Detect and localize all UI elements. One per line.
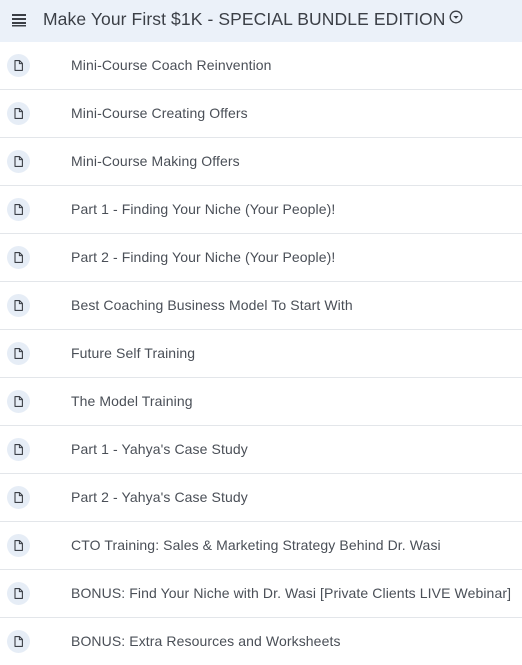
document-icon <box>7 198 30 221</box>
document-icon <box>7 294 30 317</box>
lesson-title: Part 2 - Finding Your Niche (Your People… <box>71 249 336 265</box>
lesson-title: Best Coaching Business Model To Start Wi… <box>71 297 353 313</box>
lesson-row[interactable]: Part 1 - Finding Your Niche (Your People… <box>0 186 522 234</box>
document-icon <box>7 630 30 653</box>
lesson-row[interactable]: Part 1 - Yahya's Case Study <box>0 426 522 474</box>
lesson-row[interactable]: Mini-Course Creating Offers <box>0 90 522 138</box>
lesson-row[interactable]: Part 2 - Finding Your Niche (Your People… <box>0 234 522 282</box>
document-icon <box>7 390 30 413</box>
lesson-title: CTO Training: Sales & Marketing Strategy… <box>71 537 441 553</box>
course-header: Make Your First $1K - SPECIAL BUNDLE EDI… <box>0 0 522 42</box>
lesson-title: BONUS: Find Your Niche with Dr. Wasi [Pr… <box>71 585 512 601</box>
document-icon <box>7 102 30 125</box>
document-icon <box>7 438 30 461</box>
document-icon <box>7 54 30 77</box>
document-icon <box>7 534 30 557</box>
lesson-title: Part 2 - Yahya's Case Study <box>71 489 248 505</box>
course-title-text: Make Your First $1K - SPECIAL BUNDLE EDI… <box>43 9 446 29</box>
lesson-title: Part 1 - Yahya's Case Study <box>71 441 248 457</box>
lesson-title: The Model Training <box>71 393 193 409</box>
lesson-row[interactable]: Future Self Training <box>0 330 522 378</box>
lesson-title: Future Self Training <box>71 345 196 361</box>
lesson-title: Part 1 - Finding Your Niche (Your People… <box>71 201 336 217</box>
document-icon <box>7 150 30 173</box>
lesson-row[interactable]: BONUS: Find Your Niche with Dr. Wasi [Pr… <box>0 570 522 618</box>
lesson-row[interactable]: Part 2 - Yahya's Case Study <box>0 474 522 522</box>
lesson-list: Mini-Course Coach Reinvention Mini-Course… <box>0 42 522 665</box>
lesson-title: Mini-Course Coach Reinvention <box>71 57 272 73</box>
lesson-title: Mini-Course Creating Offers <box>71 105 248 121</box>
document-icon <box>7 486 30 509</box>
lesson-title: Mini-Course Making Offers <box>71 153 240 169</box>
circle-chevron-down-icon[interactable] <box>449 8 463 29</box>
lesson-row[interactable]: Mini-Course Coach Reinvention <box>0 42 522 90</box>
course-title[interactable]: Make Your First $1K - SPECIAL BUNDLE EDI… <box>43 9 463 30</box>
document-icon <box>7 246 30 269</box>
lesson-row[interactable]: Mini-Course Making Offers <box>0 138 522 186</box>
lesson-row[interactable]: Best Coaching Business Model To Start Wi… <box>0 282 522 330</box>
document-icon <box>7 582 30 605</box>
lesson-title: BONUS: Extra Resources and Worksheets <box>71 633 341 649</box>
lesson-row[interactable]: BONUS: Extra Resources and Worksheets <box>0 618 522 665</box>
hamburger-menu-icon[interactable] <box>11 12 27 28</box>
lesson-row[interactable]: CTO Training: Sales & Marketing Strategy… <box>0 522 522 570</box>
lesson-row[interactable]: The Model Training <box>0 378 522 426</box>
document-icon <box>7 342 30 365</box>
